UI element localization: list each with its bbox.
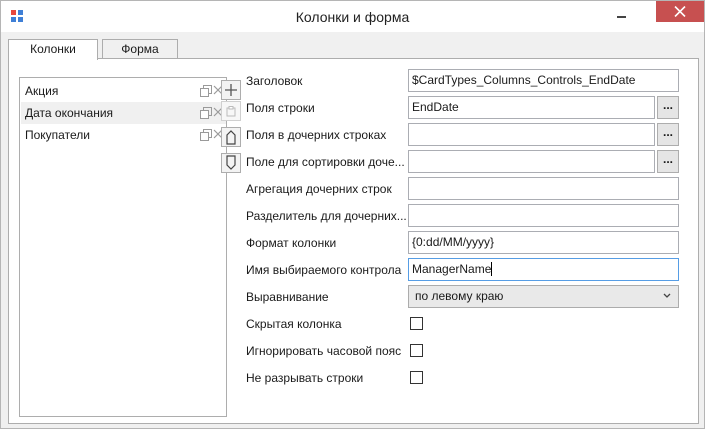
no-wrap-checkbox[interactable]	[410, 371, 423, 384]
copy-icon[interactable]	[200, 85, 212, 97]
header-field[interactable]: $CardTypes_Columns_Controls_EndDate	[408, 69, 679, 92]
child-sort-field-label: Поле для сортировки доче...	[246, 155, 405, 169]
no-wrap-label: Не разрывать строки	[246, 371, 364, 385]
selected-control-value: ManagerName	[412, 262, 492, 276]
add-icon	[225, 84, 237, 96]
row-fields-browse-button[interactable]: ...	[657, 96, 679, 119]
list-item[interactable]: Дата окончания	[21, 102, 226, 124]
title-bar: Колонки и форма	[1, 1, 704, 32]
column-format-field[interactable]: {0:dd/MM/yyyy}	[408, 231, 679, 254]
text-caret	[491, 262, 493, 276]
move-up-button[interactable]	[221, 127, 241, 147]
list-item-label: Дата окончания	[25, 106, 114, 120]
list-item[interactable]: Акция	[21, 80, 226, 102]
hidden-column-label: Скрытая колонка	[246, 317, 342, 331]
child-aggregation-label: Агрегация дочерних строк	[246, 182, 392, 196]
ignore-timezone-label: Игнорировать часовой пояс	[246, 344, 402, 358]
copy-icon[interactable]	[200, 129, 212, 141]
header-label: Заголовок	[246, 74, 303, 88]
ignore-timezone-checkbox[interactable]	[410, 344, 423, 357]
move-down-icon	[226, 155, 236, 170]
selected-control-field[interactable]: ManagerName	[408, 258, 679, 281]
window-title: Колонки и форма	[295, 9, 410, 25]
child-row-fields-browse-button[interactable]: ...	[657, 123, 679, 146]
list-item-label: Покупатели	[25, 128, 90, 142]
alignment-label: Выравнивание	[246, 290, 329, 304]
tab-columns[interactable]: Колонки	[8, 39, 98, 60]
child-sort-field-field[interactable]	[408, 150, 655, 173]
selected-control-label: Имя выбираемого контрола	[246, 263, 402, 277]
dialog-window: Колонки и форма Колонки Форма Акция Дата…	[0, 0, 705, 429]
tab-form[interactable]: Форма	[102, 39, 178, 59]
paste-column-button[interactable]	[221, 101, 241, 121]
chevron-down-icon	[663, 293, 671, 298]
child-separator-field[interactable]	[408, 204, 679, 227]
paste-icon	[226, 106, 236, 117]
column-format-label: Формат колонки	[246, 236, 337, 250]
hidden-column-checkbox[interactable]	[410, 317, 423, 330]
list-item[interactable]: Покупатели	[21, 124, 226, 146]
copy-icon[interactable]	[200, 107, 212, 119]
alignment-value: по левому краю	[415, 289, 504, 303]
child-aggregation-field[interactable]	[408, 177, 679, 200]
row-fields-field[interactable]: EndDate	[408, 96, 655, 119]
close-icon	[674, 6, 686, 17]
child-row-fields-field[interactable]	[408, 123, 655, 146]
move-up-icon	[226, 130, 236, 145]
close-button[interactable]	[656, 1, 704, 22]
child-row-fields-label: Поля в дочерних строках	[246, 128, 387, 142]
alignment-select[interactable]: по левому краю	[408, 285, 679, 308]
child-separator-label: Разделитель для дочерних...	[246, 209, 406, 223]
minimize-button[interactable]	[607, 1, 636, 31]
row-fields-label: Поля строки	[246, 101, 315, 115]
add-column-button[interactable]	[221, 80, 241, 100]
child-sort-field-browse-button[interactable]: ...	[657, 150, 679, 173]
move-down-button[interactable]	[221, 153, 241, 173]
columns-list[interactable]: Акция Дата окончания Покупатели	[19, 77, 227, 417]
list-item-label: Акция	[25, 84, 59, 98]
